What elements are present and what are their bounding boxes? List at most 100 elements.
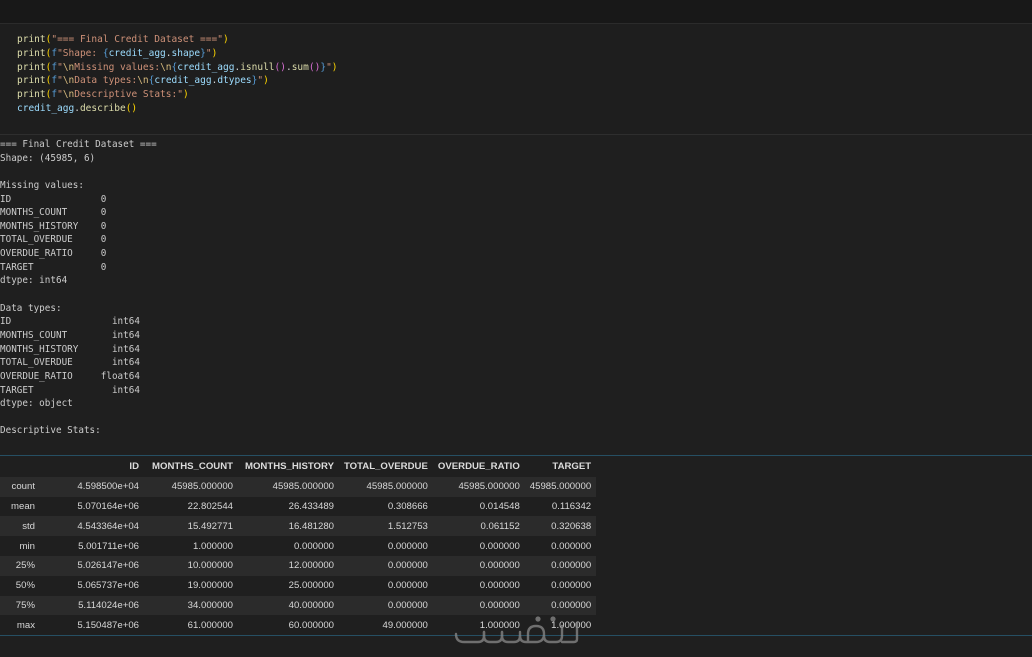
- output-line: dtype: int64: [0, 275, 68, 287]
- code-token: Data types:: [74, 75, 138, 87]
- code-line: print(f"\nMissing values:\n{credit_agg.i…: [17, 61, 338, 75]
- table-cell: 22.802544: [187, 500, 233, 512]
- table-cell: 5.026147e+06: [77, 560, 139, 572]
- table-cell: 1.512753: [387, 520, 428, 532]
- table-row: count 4.598500e+04 45985.000000 45985.00000…: [0, 476, 597, 497]
- header-target: TARGET: [524, 457, 597, 477]
- output-line: TOTAL_OVERDUE 0: [0, 234, 107, 246]
- table-cell: 19.000000: [187, 580, 233, 592]
- code-token: dtypes: [217, 75, 252, 87]
- table-cell: 0.000000: [479, 580, 520, 592]
- code-cell[interactable]: print("=== Final Credit Dataset ===") pri…: [0, 24, 1032, 135]
- code-token: print: [17, 47, 46, 59]
- row-index-label: min: [19, 540, 35, 552]
- code-token: print: [17, 34, 46, 45]
- table-cell: 0.000000: [387, 580, 428, 592]
- table-cell: 0.061152: [480, 520, 520, 532]
- table-cell: 0.000000: [387, 560, 428, 572]
- table-cell: 16.481280: [288, 520, 334, 532]
- table-header-row: ID MONTHS_COUNT MONTHS_HISTORY TOTAL_OVE…: [0, 457, 597, 477]
- code-token: \n: [160, 61, 172, 73]
- describe-table: ID MONTHS_COUNT MONTHS_HISTORY TOTAL_OVE…: [0, 457, 597, 636]
- code-token: shape: [171, 47, 201, 59]
- row-index-label: 75%: [15, 599, 35, 611]
- table-cell: 1.000000: [192, 540, 233, 552]
- code-editor[interactable]: print("=== Final Credit Dataset ===") pri…: [17, 33, 338, 116]
- output-line: Data types:: [0, 302, 62, 314]
- table-row: 25% 5.026147e+06 10.000000 12.000000 0.00000…: [0, 555, 597, 576]
- code-token: (): [125, 102, 138, 114]
- table-cell: 0.014548: [479, 500, 520, 512]
- table-cell: 5.001711e+06: [78, 540, 139, 552]
- table-cell: 45985.000000: [272, 481, 334, 493]
- table-cell: 0.000000: [551, 560, 592, 572]
- table-cell: 5.150487e+06: [77, 619, 139, 631]
- table-cell: 45985.000000: [529, 481, 592, 493]
- table-cell: 60.000000: [288, 619, 334, 631]
- output-line: MONTHS_COUNT int64: [0, 329, 140, 341]
- output-line: ID 0: [0, 193, 107, 205]
- table-row: 50% 5.065737e+06 19.000000 25.000000 0.00000…: [0, 575, 597, 596]
- table-cell: 15.492771: [187, 520, 233, 532]
- output-line: Missing values:: [0, 179, 84, 191]
- table-cell: 0.000000: [293, 540, 334, 552]
- output-line: TOTAL_OVERDUE int64: [0, 357, 140, 369]
- code-token: print: [17, 61, 46, 73]
- table-cell: 49.000000: [382, 619, 428, 631]
- table-cell: 26.433489: [288, 500, 334, 512]
- describe-dataframe: ID MONTHS_COUNT MONTHS_HISTORY TOTAL_OVE…: [0, 455, 1032, 636]
- table-cell: 0.116342: [551, 500, 592, 512]
- table-cell: 45985.000000: [458, 481, 520, 493]
- output-line: TARGET int64: [0, 384, 140, 396]
- header-months-count: MONTHS_COUNT: [144, 457, 238, 477]
- code-token: credit_agg: [17, 102, 75, 114]
- table-cell: 45985.000000: [171, 481, 233, 493]
- code-token: \n: [137, 75, 149, 87]
- header-total-overdue: TOTAL_OVERDUE: [339, 457, 433, 477]
- code-line: print("=== Final Credit Dataset ==="): [17, 33, 338, 47]
- header-months-history: MONTHS_HISTORY: [238, 457, 339, 477]
- code-token: ): [222, 34, 229, 45]
- table-cell: 4.543364e+04: [77, 520, 139, 532]
- table-row: min 5.001711e+06 1.000000 0.000000 0.000000 0…: [0, 536, 597, 556]
- table-cell: 4.598500e+04: [77, 481, 139, 493]
- output-line: MONTHS_HISTORY 0: [0, 220, 107, 232]
- table-cell: 0.000000: [387, 599, 428, 611]
- table-cell: 0.000000: [551, 540, 592, 552]
- code-token: describe: [79, 102, 126, 114]
- header-index: [0, 457, 40, 477]
- code-token: ): [263, 75, 269, 87]
- table-cell: 5.065737e+06: [77, 580, 139, 592]
- code-line: print(f"\nData types:\n{credit_agg.dtype…: [17, 74, 338, 88]
- top-toolbar-strip: [0, 0, 1032, 24]
- code-line: print(f"Shape: {credit_agg.shape}"): [17, 47, 338, 61]
- code-token: credit_agg: [154, 75, 212, 87]
- output-line: ID int64: [0, 316, 140, 328]
- header-overdue-ratio: OVERDUE_RATIO: [432, 457, 525, 477]
- code-token: ): [211, 47, 218, 59]
- code-token: "Shape:: [57, 47, 103, 59]
- table-cell: 45985.000000: [366, 481, 428, 493]
- code-line: print(f"\nDescriptive Stats:"): [17, 88, 338, 102]
- table-cell: 0.320638: [551, 520, 592, 532]
- output-line: Descriptive Stats:: [0, 425, 101, 437]
- row-index-label: 50%: [15, 580, 35, 592]
- code-line: credit_agg.describe(): [17, 102, 338, 116]
- code-token: print: [17, 75, 46, 87]
- khamsat-watermark-logo-icon: [454, 616, 579, 644]
- output-line: === Final Credit Dataset ===: [0, 139, 157, 150]
- code-token: ): [331, 61, 338, 73]
- code-token: Missing values:: [74, 61, 161, 73]
- code-token: (): [274, 61, 286, 73]
- header-id: ID: [40, 457, 144, 477]
- table-cell: 34.000000: [187, 599, 233, 611]
- row-index-label: mean: [11, 500, 35, 512]
- table-cell: 5.114024e+06: [78, 599, 139, 611]
- output-line: TARGET 0: [0, 261, 107, 273]
- row-index-label: 25%: [15, 560, 35, 572]
- code-token: \n: [62, 61, 75, 73]
- code-token: print: [17, 89, 46, 101]
- cell-output: === Final Credit Dataset === Shape: (4598…: [0, 138, 1032, 438]
